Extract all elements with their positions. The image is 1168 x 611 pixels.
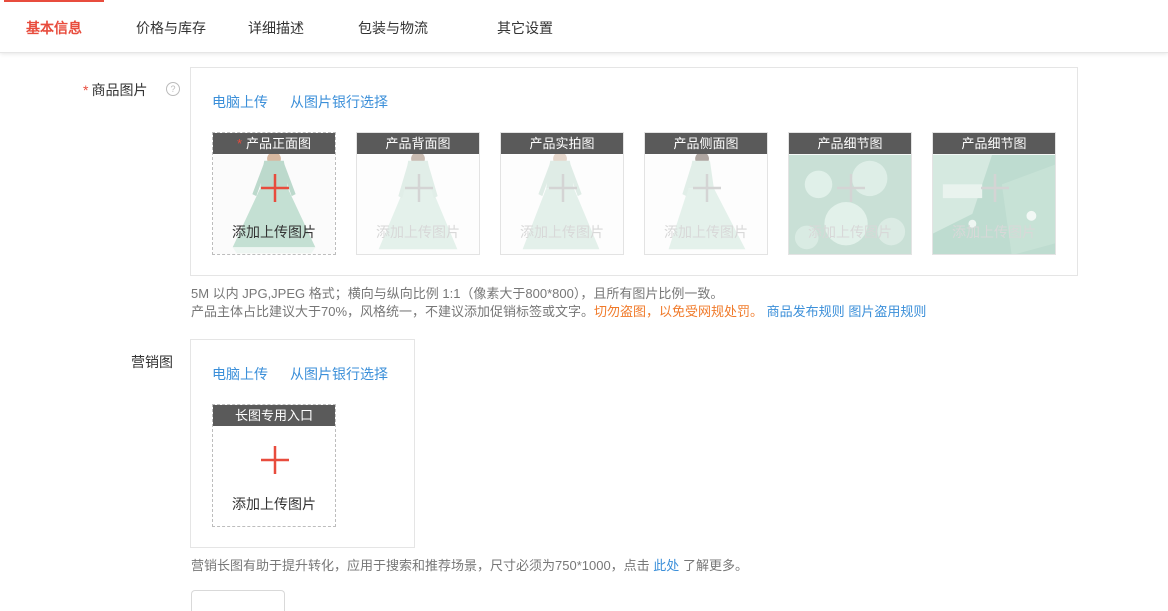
plus-icon <box>261 446 289 474</box>
marketing-note-suffix: 了解更多。 <box>682 558 748 573</box>
upload-from-computer-link[interactable]: 电脑上传 <box>212 364 268 384</box>
learn-more-link[interactable]: 此处 <box>653 558 679 573</box>
slot-title: 产品细节图 <box>933 133 1055 154</box>
product-images-label: * 商品图片 <box>83 80 147 100</box>
plus-icon <box>837 174 865 202</box>
marketing-image-note: 营销长图有助于提升转化，应用于搜索和推荐场景，尺寸必须为750*1000，点击 … <box>191 555 748 574</box>
slot-title: 产品背面图 <box>357 133 479 154</box>
image-theft-rules-link[interactable]: 图片盗用规则 <box>848 304 926 319</box>
select-from-image-bank-link[interactable]: 从图片银行选择 <box>290 364 388 384</box>
image-slot-detail-1[interactable]: 产品细节图 添加上传图片 <box>788 132 912 255</box>
add-upload-image-text: 添加上传图片 <box>952 224 1036 240</box>
long-image-slot[interactable]: 长图专用入口 添加上传图片 <box>212 404 336 527</box>
product-images-label-text: 商品图片 <box>91 82 148 98</box>
add-upload-image-text: 添加上传图片 <box>664 224 748 240</box>
plus-icon <box>981 174 1009 202</box>
image-guideline-note: 产品主体占比建议大于70%，风格统一，不建议添加促销标签或文字。切勿盗图，以免受… <box>191 301 926 320</box>
tab-bar: 基本信息 价格与库存 详细描述 包装与物流 其它设置 <box>0 0 1168 53</box>
plus-icon <box>405 174 433 202</box>
guideline-text: 产品主体占比建议大于70%，风格统一，不建议添加促销标签或文字。 <box>191 304 595 319</box>
tab-detail-description[interactable]: 详细描述 <box>248 0 304 52</box>
add-upload-image-text: 添加上传图片 <box>232 496 316 512</box>
tab-packaging-logistics[interactable]: 包装与物流 <box>358 0 428 52</box>
marketing-note-text: 营销长图有助于提升转化，应用于搜索和推荐场景，尺寸必须为750*1000，点击 <box>191 558 650 573</box>
image-slot-detail-2[interactable]: 产品细节图 添加上传图片 <box>932 132 1056 255</box>
slot-title: 产品细节图 <box>789 133 911 154</box>
plus-icon <box>693 174 721 202</box>
slot-title: 产品实拍图 <box>501 133 623 154</box>
marketing-image-panel: 电脑上传 从图片银行选择 长图专用入口 添加上传图片 <box>190 339 415 548</box>
image-requirements-note: 5M 以内 JPG,JPEG 格式；横向与纵向比例 1:1（像素大于800*80… <box>191 286 724 301</box>
upload-from-computer-link[interactable]: 电脑上传 <box>212 92 268 112</box>
tab-other-settings[interactable]: 其它设置 <box>497 0 553 52</box>
tab-basic-info[interactable]: 基本信息 <box>4 0 104 52</box>
image-slot-front[interactable]: * 产品正面图 添加上传图片 <box>212 132 336 255</box>
tab-price-inventory[interactable]: 价格与库存 <box>136 0 206 52</box>
image-slot-back[interactable]: 产品背面图 添加上传图片 <box>356 132 480 255</box>
partially-visible-button[interactable] <box>191 590 285 611</box>
product-images-panel: 电脑上传 从图片银行选择 * 产品正面图 添加上传图片 产品背面图 添加上传图片… <box>190 67 1078 276</box>
add-upload-image-text: 添加上传图片 <box>520 224 604 240</box>
required-star: * <box>236 136 243 151</box>
plus-icon <box>549 174 577 202</box>
help-icon[interactable]: ? <box>166 82 180 96</box>
required-mark: * <box>83 82 89 98</box>
marketing-image-label: 营销图 <box>131 354 173 370</box>
add-upload-image-text: 添加上传图片 <box>376 224 460 240</box>
slot-title: 长图专用入口 <box>213 405 335 426</box>
image-slot-side[interactable]: 产品侧面图 添加上传图片 <box>644 132 768 255</box>
add-upload-image-text: 添加上传图片 <box>808 224 892 240</box>
anti-theft-warning: 切勿盗图，以免受网规处罚。 <box>594 304 764 319</box>
slot-title: 产品侧面图 <box>645 133 767 154</box>
add-upload-image-text: 添加上传图片 <box>232 224 316 240</box>
product-publish-rules-link[interactable]: 商品发布规则 <box>767 304 845 319</box>
image-slot-real-photo[interactable]: 产品实拍图 添加上传图片 <box>500 132 624 255</box>
plus-icon <box>261 174 289 202</box>
select-from-image-bank-link[interactable]: 从图片银行选择 <box>290 92 388 112</box>
slot-title: * 产品正面图 <box>213 133 335 154</box>
